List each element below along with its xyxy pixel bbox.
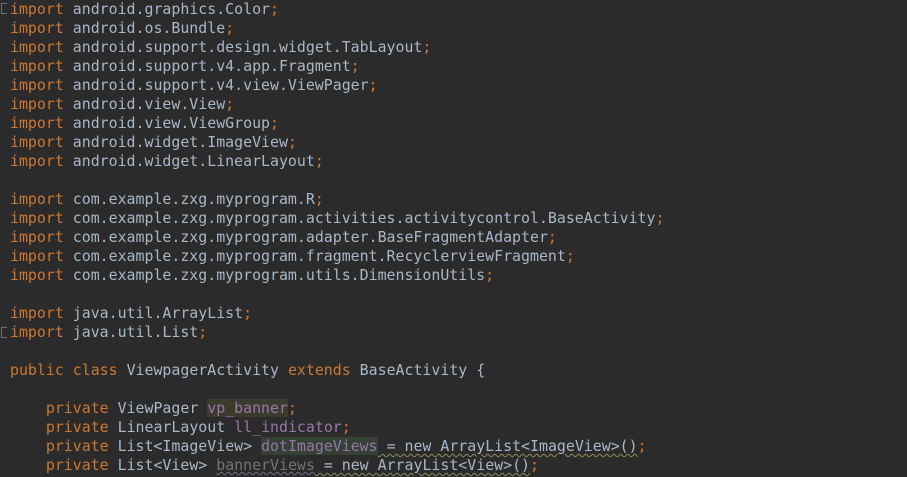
- import-path: com.example.zxg.myprogram.activities.act…: [72, 209, 656, 227]
- semicolon: ;: [341, 418, 351, 436]
- field-type: List<View>: [117, 456, 208, 474]
- import-keyword: import: [10, 209, 64, 227]
- field-name: dotImageViews: [261, 437, 378, 455]
- import-keyword: import: [10, 133, 64, 151]
- open-brace: {: [476, 361, 486, 379]
- class-name: ViewpagerActivity: [126, 361, 279, 379]
- code-line: import android.widget.LinearLayout;: [10, 152, 324, 171]
- import-path: android.support.v4.view.ViewPager: [72, 76, 369, 94]
- public-keyword: public: [10, 361, 64, 379]
- import-path: com.example.zxg.myprogram.adapter.BaseFr…: [72, 228, 548, 246]
- import-keyword: import: [10, 95, 64, 113]
- field-initializer: = new ArrayList<View>(): [314, 456, 531, 474]
- code-line: import com.example.zxg.myprogram.activit…: [10, 209, 664, 228]
- code-line: import android.view.ViewGroup;: [10, 114, 279, 133]
- semicolon: ;: [637, 437, 647, 455]
- import-path: com.example.zxg.myprogram.fragment.Recyc…: [72, 247, 566, 265]
- fold-end-marker-icon[interactable]: [1, 327, 7, 338]
- code-line: import android.support.v4.view.ViewPager…: [10, 76, 378, 95]
- code-line: import com.example.zxg.myprogram.utils.D…: [10, 266, 494, 285]
- semicolon: ;: [270, 0, 279, 18]
- semicolon: ;: [565, 247, 575, 265]
- import-path: android.view.View: [72, 95, 226, 113]
- semicolon: ;: [198, 323, 208, 341]
- code-line: import com.example.zxg.myprogram.R;: [10, 190, 324, 209]
- private-keyword: private: [45, 399, 109, 417]
- field-type: LinearLayout: [117, 418, 226, 436]
- import-path: android.support.v4.app.Fragment: [72, 57, 351, 75]
- import-path: android.support.design.widget.TabLayout: [72, 38, 423, 56]
- code-line: import com.example.zxg.myprogram.fragmen…: [10, 247, 575, 266]
- import-keyword: import: [10, 19, 64, 37]
- field-line: private List<View> bannerViews = new Arr…: [10, 456, 539, 475]
- import-keyword: import: [10, 304, 64, 322]
- class-keyword: class: [72, 361, 118, 379]
- semicolon: ;: [350, 57, 360, 75]
- import-keyword: import: [10, 38, 64, 56]
- code-line: import android.graphics.Color;: [10, 0, 279, 19]
- class-declaration-line: public class ViewpagerActivity extends B…: [10, 361, 485, 380]
- field-name: bannerViews: [216, 456, 315, 474]
- semicolon: ;: [270, 114, 279, 132]
- code-line: import android.os.Bundle;: [10, 19, 234, 38]
- superclass-name: BaseActivity: [359, 361, 468, 379]
- fold-marker-icon[interactable]: [1, 3, 7, 14]
- semicolon: ;: [314, 152, 324, 170]
- semicolon: ;: [287, 133, 297, 151]
- code-line: import java.util.ArrayList;: [10, 304, 252, 323]
- field-name: vp_banner: [207, 399, 288, 417]
- import-keyword: import: [10, 152, 64, 170]
- import-path: android.graphics.Color: [72, 0, 270, 18]
- code-line: import java.util.List;: [10, 323, 207, 342]
- code-line: import android.support.v4.app.Fragment;: [10, 57, 360, 76]
- import-path: android.widget.LinearLayout: [72, 152, 315, 170]
- semicolon: ;: [547, 228, 557, 246]
- import-path: com.example.zxg.myprogram.utils.Dimensio…: [72, 266, 486, 284]
- semicolon: ;: [243, 304, 253, 322]
- import-keyword: import: [10, 228, 64, 246]
- code-line: import android.view.View;: [10, 95, 234, 114]
- import-keyword: import: [10, 266, 64, 284]
- import-keyword: import: [10, 57, 64, 75]
- field-line: private ViewPager vp_banner;: [10, 399, 297, 418]
- semicolon: ;: [485, 266, 495, 284]
- field-type: ViewPager: [117, 399, 199, 417]
- field-name: ll_indicator: [234, 418, 342, 436]
- import-keyword: import: [10, 323, 64, 341]
- semicolon: ;: [368, 76, 378, 94]
- import-path: android.os.Bundle: [72, 19, 226, 37]
- private-keyword: private: [45, 437, 109, 455]
- semicolon: ;: [422, 38, 432, 56]
- field-line: private LinearLayout ll_indicator;: [10, 418, 351, 437]
- private-keyword: private: [45, 418, 109, 436]
- import-path: com.example.zxg.myprogram.R: [72, 190, 315, 208]
- extends-keyword: extends: [287, 361, 351, 379]
- field-line: private List<ImageView> dotImageViews = …: [10, 437, 647, 456]
- import-path: android.widget.ImageView: [72, 133, 288, 151]
- import-path: java.util.ArrayList: [72, 304, 244, 322]
- code-line: import android.support.design.widget.Tab…: [10, 38, 431, 57]
- semicolon: ;: [655, 209, 665, 227]
- field-type: List<ImageView>: [117, 437, 253, 455]
- semicolon: ;: [225, 19, 235, 37]
- import-keyword: import: [10, 0, 64, 18]
- code-line: import android.widget.ImageView;: [10, 133, 297, 152]
- semicolon: ;: [287, 399, 297, 417]
- import-path: java.util.List: [72, 323, 199, 341]
- code-editor[interactable]: import android.graphics.Color; import an…: [0, 0, 907, 477]
- semicolon: ;: [314, 190, 324, 208]
- private-keyword: private: [45, 456, 109, 474]
- semicolon: ;: [530, 456, 539, 474]
- import-keyword: import: [10, 247, 64, 265]
- import-path: android.view.ViewGroup: [72, 114, 270, 132]
- import-keyword: import: [10, 76, 64, 94]
- field-initializer: = new ArrayList<ImageView>(): [377, 437, 638, 455]
- import-keyword: import: [10, 114, 64, 132]
- code-line: import com.example.zxg.myprogram.adapter…: [10, 228, 557, 247]
- semicolon: ;: [225, 95, 235, 113]
- import-keyword: import: [10, 190, 64, 208]
